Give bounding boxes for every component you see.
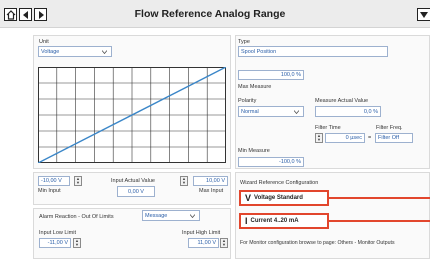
spinner-arrows-icon: ▲ ▼ xyxy=(182,176,186,185)
input-low-limit-spinner[interactable]: ▲ ▼ xyxy=(73,238,81,248)
polarity-select[interactable]: Normal xyxy=(238,106,304,117)
voltage-standard-label: Voltage Standard xyxy=(254,195,303,201)
input-low-limit-label: Input Low Limit xyxy=(39,230,76,236)
max-measure-label: Max Measure xyxy=(238,84,272,90)
spinner-arrows-icon: ▲ ▼ xyxy=(75,238,79,247)
reference-graph-svg xyxy=(37,66,227,164)
current-4-20ma-label: Current 4..20 mA xyxy=(250,218,299,224)
filter-freq-field[interactable]: Filter Off xyxy=(375,133,413,143)
menu-dropdown-icon xyxy=(420,11,428,18)
max-input-label: Max Input xyxy=(199,188,224,194)
max-input-field[interactable]: 10,00 V xyxy=(193,176,228,186)
equals-sign: = xyxy=(368,135,372,141)
current-4-20ma-button[interactable]: I Current 4..20 mA xyxy=(239,213,329,229)
page-title: Flow Reference Analog Range xyxy=(134,8,286,20)
filter-time-spinner[interactable]: ▲ ▼ xyxy=(315,133,323,143)
input-actual-value-label: Input Actual Value xyxy=(111,178,155,184)
menu-dropdown-button[interactable] xyxy=(417,8,430,21)
back-button[interactable] xyxy=(19,8,32,21)
min-measure-label: Min Measure xyxy=(238,148,270,154)
input-high-limit-label: Input High Limit xyxy=(182,230,221,236)
alarm-reaction-value: Message xyxy=(145,213,168,219)
wizard-label: Wizard Reference Configuration xyxy=(240,180,319,186)
unit-label: Unit xyxy=(39,39,49,45)
input-high-limit-spinner[interactable]: ▲ ▼ xyxy=(220,238,228,248)
type-field: Spool Position xyxy=(238,46,388,57)
min-input-spinner[interactable]: ▲ ▼ xyxy=(74,176,82,186)
spinner-arrows-icon: ▲ ▼ xyxy=(222,238,226,247)
filter-time-label: Filter Time xyxy=(315,125,341,131)
forward-button[interactable] xyxy=(34,8,47,21)
filter-freq-label: Filter Freq. xyxy=(376,125,403,131)
filter-time-field[interactable]: 0 µsec xyxy=(325,133,365,143)
forward-arrow-icon xyxy=(38,10,44,19)
current-callout-line xyxy=(329,220,430,222)
measure-actual-value-field: 0,0 % xyxy=(315,106,381,117)
spinner-arrows-icon: ▲ ▼ xyxy=(76,176,80,185)
polarity-label: Polarity xyxy=(238,98,257,104)
max-input-spinner[interactable]: ▲ ▼ xyxy=(180,176,188,186)
min-input-label: Min Input xyxy=(38,188,61,194)
input-low-limit-field[interactable]: -11,00 V xyxy=(39,238,71,248)
input-actual-value-field: 0,00 V xyxy=(117,186,155,197)
reference-graph xyxy=(37,66,227,164)
alarm-reaction-label: Alarm Reaction - Out Of Limits xyxy=(39,214,114,220)
home-icon xyxy=(6,9,15,20)
voltage-standard-button[interactable]: V Voltage Standard xyxy=(239,190,329,206)
min-measure-field[interactable]: -100,0 % xyxy=(238,157,304,167)
alarm-reaction-select[interactable]: Message xyxy=(142,210,200,221)
home-button[interactable] xyxy=(4,8,17,21)
current-icon: I xyxy=(245,216,248,226)
unit-value: Voltage xyxy=(41,49,60,55)
spinner-arrows-icon: ▲ ▼ xyxy=(317,133,321,142)
type-label: Type xyxy=(238,39,250,45)
polarity-value: Normal xyxy=(241,109,259,115)
chevron-down-icon xyxy=(190,214,195,218)
voltage-icon: V xyxy=(245,193,252,203)
max-measure-field[interactable]: 100,0 % xyxy=(238,70,304,80)
voltage-callout-line xyxy=(329,197,430,199)
chevron-down-icon xyxy=(294,110,299,114)
chevron-down-icon xyxy=(102,50,107,54)
unit-select[interactable]: Voltage xyxy=(38,46,112,57)
monitor-note: For Monitor configuration browse to page… xyxy=(240,240,395,246)
back-arrow-icon xyxy=(22,10,28,19)
measure-actual-value-label: Measure Actual Value xyxy=(315,98,369,104)
min-input-field[interactable]: -10,00 V xyxy=(38,176,70,186)
input-high-limit-field[interactable]: 11,00 V xyxy=(188,238,219,248)
